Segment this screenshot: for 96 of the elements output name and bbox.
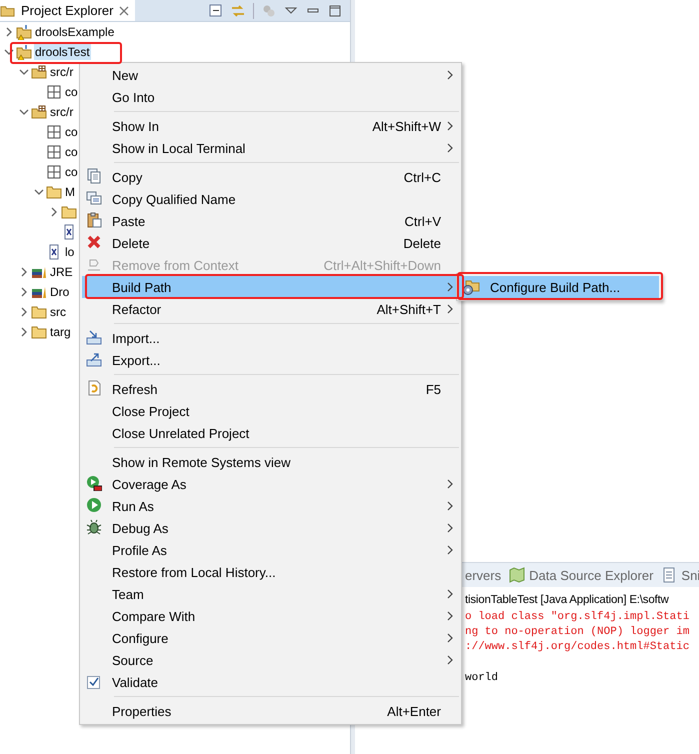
package-icon xyxy=(46,164,62,180)
tree-item[interactable]: src/r xyxy=(49,64,74,80)
tree-item[interactable]: droolsExample xyxy=(34,24,116,40)
tree-item[interactable]: JRE xyxy=(49,264,74,280)
package-icon xyxy=(46,124,62,140)
chevron-right-icon xyxy=(446,523,454,533)
folder-icon xyxy=(61,204,77,220)
menu-item[interactable]: Refactor Alt+Shift+T xyxy=(82,298,459,320)
menu-item[interactable]: Show in Local Terminal xyxy=(82,137,459,159)
gear-folder-icon xyxy=(462,278,480,296)
menu-item[interactable]: Debug As xyxy=(82,517,459,539)
menu-item[interactable]: Copy Ctrl+C xyxy=(82,166,459,188)
close-icon[interactable] xyxy=(119,6,130,16)
menu-item[interactable]: Restore from Local History... xyxy=(82,561,459,583)
tree-item[interactable]: src/r xyxy=(49,104,74,120)
chevron-right-icon xyxy=(446,282,454,292)
menu-item[interactable]: Show in Remote Systems view xyxy=(82,451,459,473)
pages-icon xyxy=(86,190,102,206)
menu-item[interactable]: Team xyxy=(82,583,459,605)
chevron-right-icon xyxy=(446,70,454,80)
menu-item[interactable]: Delete Delete xyxy=(82,232,459,254)
menu-item[interactable]: Validate xyxy=(82,671,459,693)
menu-item[interactable]: Refresh F5 xyxy=(82,378,459,400)
project-folder-icon xyxy=(16,24,32,40)
tree-item[interactable]: src xyxy=(49,304,67,320)
menu-item[interactable]: Configure xyxy=(82,627,459,649)
coverage-icon xyxy=(86,474,102,490)
tree-item[interactable]: co xyxy=(64,124,79,140)
view-tab[interactable]: Data Source Explorer xyxy=(529,568,654,582)
menu-item[interactable]: Coverage As xyxy=(82,473,459,495)
tree-item[interactable]: droolsTest xyxy=(34,44,91,60)
tree-item[interactable]: M xyxy=(64,184,76,200)
tree-item[interactable]: co xyxy=(64,84,79,100)
chevron-right-icon[interactable] xyxy=(4,27,14,37)
package-folder-icon xyxy=(31,64,47,80)
menu-item[interactable]: Show In Alt+Shift+W xyxy=(82,115,459,137)
chevron-right-icon xyxy=(446,611,454,621)
menu-item[interactable]: Source xyxy=(82,649,459,671)
document-icon xyxy=(661,567,678,583)
chevron-right-icon xyxy=(446,589,454,599)
map-icon xyxy=(509,567,526,583)
console-line: o load class "org.slf4j.impl.Stati xyxy=(465,610,690,625)
view-tab[interactable]: ervers xyxy=(465,568,502,582)
tree-item[interactable]: lo xyxy=(64,244,76,260)
package-icon xyxy=(46,84,62,100)
checkbox[interactable] xyxy=(87,676,100,688)
menu-item[interactable]: Close Project xyxy=(82,400,459,422)
collapse-all-icon[interactable] xyxy=(209,4,223,18)
menu-item[interactable]: Copy Qualified Name xyxy=(82,188,459,210)
chevron-down-icon[interactable] xyxy=(34,187,44,197)
menu-item[interactable]: Properties Alt+Enter xyxy=(82,700,459,722)
folder-icon xyxy=(31,304,47,320)
console-title: tisionTableTest [Java Application] E:\softw xyxy=(465,593,670,608)
package-folder-icon xyxy=(31,104,47,120)
import-icon xyxy=(86,328,102,344)
menu-item[interactable]: Paste Ctrl+V xyxy=(82,210,459,232)
folder-icon xyxy=(31,324,47,340)
package-icon xyxy=(46,144,62,160)
project-folder-icon xyxy=(16,44,32,60)
chevron-right-icon xyxy=(446,304,454,314)
tree-item[interactable]: Dro xyxy=(49,284,70,300)
menu-item[interactable]: Go Into xyxy=(82,86,459,108)
chevron-right-icon xyxy=(446,545,454,555)
menu-item[interactable]: Configure Build Path... xyxy=(459,276,659,298)
menu-item[interactable]: New xyxy=(82,64,459,86)
chevron-right-icon[interactable] xyxy=(49,207,59,217)
maximize-icon[interactable] xyxy=(328,4,342,18)
chevron-down-icon[interactable] xyxy=(19,107,29,117)
run-icon xyxy=(86,496,102,512)
refresh-icon xyxy=(86,380,102,396)
tree-item[interactable]: co xyxy=(64,144,79,160)
chevron-right-icon xyxy=(446,655,454,665)
console-line: ng to no-operation (NOP) logger im xyxy=(465,625,690,640)
chevron-right-icon xyxy=(446,501,454,511)
chevron-right-icon xyxy=(446,143,454,153)
bug-icon xyxy=(86,518,102,534)
cross-icon xyxy=(86,234,102,250)
menu-item[interactable]: Run As xyxy=(82,495,459,517)
menu-item[interactable]: Build Path xyxy=(82,276,459,298)
folder-icon xyxy=(46,184,62,200)
chevron-right-icon xyxy=(446,121,454,131)
pages-icon xyxy=(86,168,102,184)
menu-item[interactable]: Import... xyxy=(82,327,459,349)
tree-item[interactable]: co xyxy=(64,164,79,180)
console-line: world xyxy=(465,671,500,686)
clipboard-icon xyxy=(86,212,102,228)
chevron-right-icon xyxy=(446,479,454,489)
console-line: ://www.slf4j.org/codes.html#Static xyxy=(465,640,690,655)
menu-item[interactable]: Compare With xyxy=(82,605,459,627)
menu-item[interactable]: Export... xyxy=(82,349,459,371)
export-icon xyxy=(86,350,102,366)
tree-item[interactable]: targ xyxy=(49,324,72,340)
chevron-right-icon xyxy=(446,633,454,643)
menu-item[interactable]: Profile As xyxy=(82,539,459,561)
view-tab[interactable]: Sni xyxy=(681,568,699,582)
menu-item[interactable]: Close Unrelated Project xyxy=(82,422,459,444)
